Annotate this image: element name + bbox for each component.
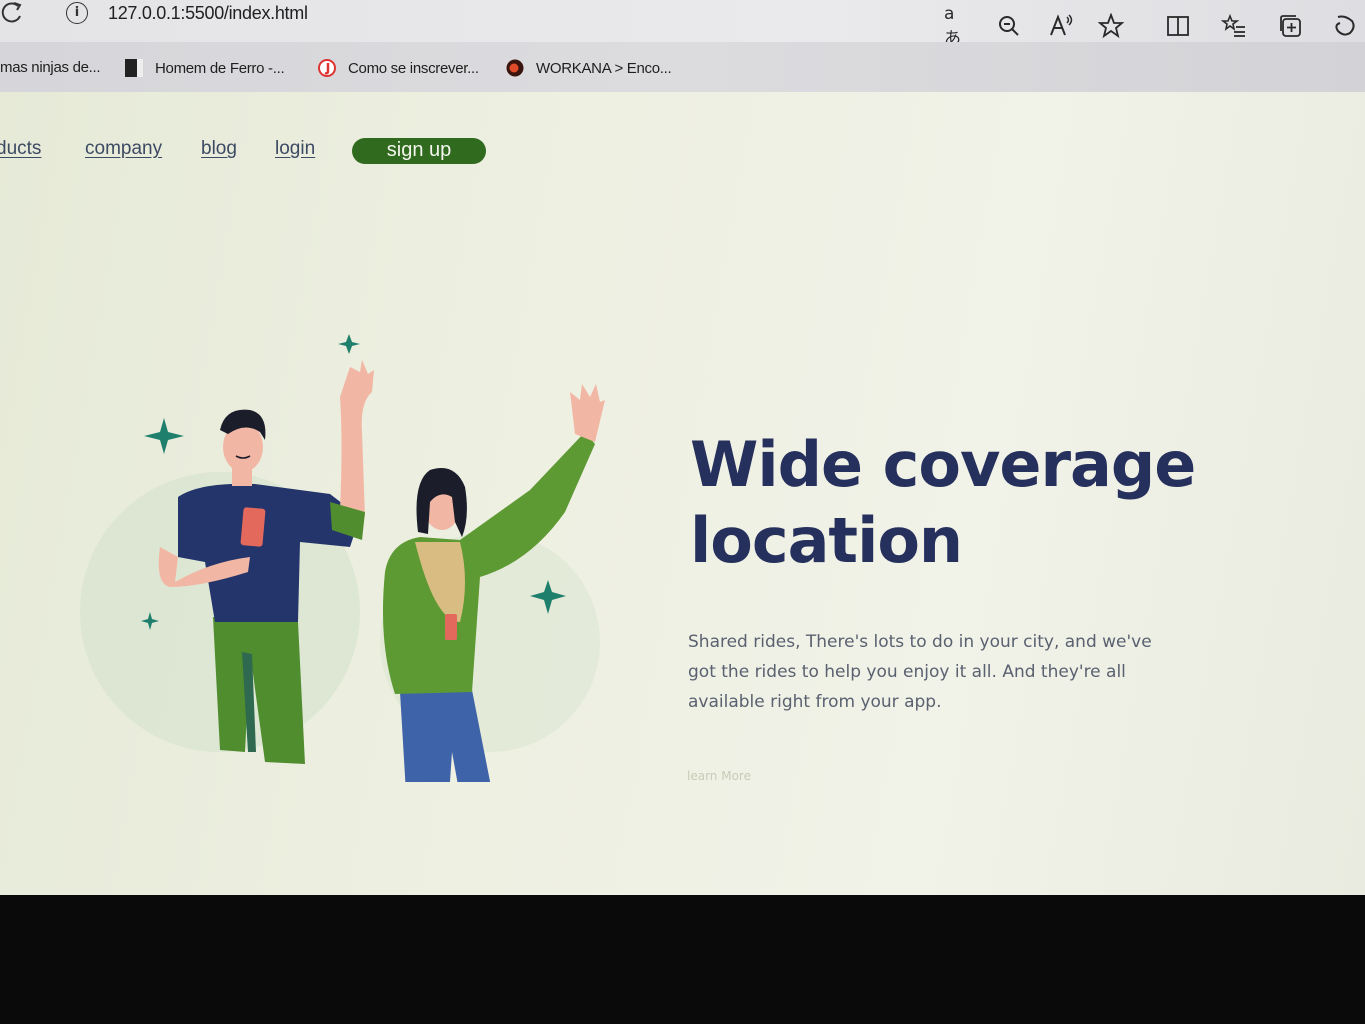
page-viewport: ducts company blog login sign up Wide co… [0, 92, 1365, 895]
bookmark-label: Como se inscrever... [348, 59, 479, 77]
site-info-icon[interactable]: i [66, 2, 88, 24]
learn-more-link[interactable]: learn More [687, 769, 751, 783]
nav-link-blog[interactable]: blog [201, 138, 237, 160]
bookmark-favicon-icon [318, 59, 336, 77]
bookmark-workana[interactable]: WORKANA > Enco... [506, 59, 672, 77]
bookmark-como-se-inscrever[interactable]: Como se inscrever... [318, 59, 479, 77]
hero-title-line-1: Wide coverage [690, 428, 1196, 501]
bookmark-label: WORKANA > Enco... [536, 59, 672, 77]
favorites-list-icon[interactable] [1221, 13, 1247, 39]
sparkle-icon [144, 418, 184, 454]
address-bar: i 127.0.0.1:5500/index.html aあ [0, 0, 1365, 49]
nav-link-login[interactable]: login [275, 138, 315, 160]
url-text[interactable]: 127.0.0.1:5500/index.html [108, 3, 308, 24]
split-screen-icon[interactable] [1165, 13, 1191, 39]
bookmark-homem-de-ferro[interactable]: Homem de Ferro -... [125, 59, 285, 77]
read-aloud-icon[interactable] [1048, 13, 1074, 39]
nav-link-company[interactable]: company [85, 138, 162, 160]
bookmark-favicon-icon [506, 59, 524, 77]
monitor-bezel [0, 895, 1365, 1024]
translate-icon[interactable]: aあ [944, 4, 970, 49]
favorite-star-icon[interactable] [1098, 13, 1124, 39]
bookmark-ninjas[interactable]: mas ninjas de... [0, 59, 101, 76]
nav-link-products[interactable]: ducts [0, 138, 41, 160]
collections-icon[interactable] [1278, 13, 1304, 39]
sparkle-icon [338, 334, 360, 354]
zoom-out-icon[interactable] [996, 13, 1022, 39]
bookmark-favicon-icon [125, 59, 143, 77]
reload-icon[interactable] [0, 0, 26, 30]
hero-illustration [80, 334, 605, 782]
hero-title-line-2: location [690, 504, 963, 577]
copilot-icon[interactable] [1332, 13, 1358, 39]
bookmarks-bar: mas ninjas de... Homem de Ferro -... Com… [0, 42, 1365, 92]
bookmark-label: Homem de Ferro -... [155, 59, 285, 77]
signup-button[interactable]: sign up [352, 138, 486, 164]
hero-description: Shared rides, There's lots to do in your… [688, 632, 1152, 712]
hero-title: Wide coverage location [690, 427, 1250, 579]
bookmark-label: mas ninjas de... [0, 59, 101, 76]
